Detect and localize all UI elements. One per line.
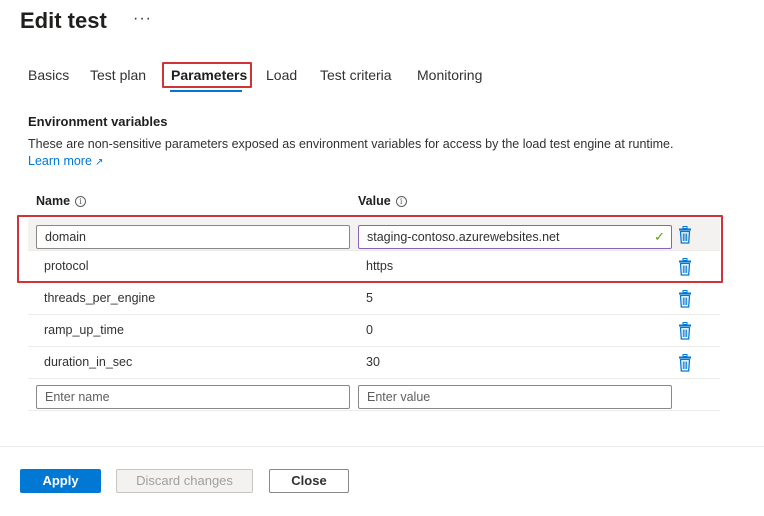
- active-tab-indicator: [170, 90, 242, 92]
- discard-changes-button[interactable]: Discard changes: [116, 469, 253, 493]
- new-value-input[interactable]: Enter value: [358, 385, 672, 409]
- new-variable-row: Enter name Enter value: [28, 379, 720, 411]
- learn-more-label: Learn more: [28, 154, 92, 168]
- tab-basics[interactable]: Basics: [28, 63, 69, 89]
- row-value: 30: [366, 355, 380, 369]
- section-title: Environment variables: [28, 114, 168, 129]
- close-button[interactable]: Close: [269, 469, 349, 493]
- more-options-button[interactable]: ···: [133, 10, 152, 28]
- table-row[interactable]: threads_per_engine 5: [28, 283, 720, 315]
- table-row[interactable]: ramp_up_time 0: [28, 315, 720, 347]
- column-header-value-label: Value: [358, 194, 391, 208]
- column-header-value: Value i: [358, 194, 407, 208]
- delete-icon[interactable]: [678, 258, 692, 276]
- delete-icon[interactable]: [678, 290, 692, 308]
- value-field[interactable]: staging-contoso.azurewebsites.net ✓: [358, 225, 672, 249]
- footer-divider: [0, 446, 764, 447]
- tab-test-plan[interactable]: Test plan: [90, 63, 146, 89]
- page-title: Edit test: [20, 8, 107, 33]
- row-name: duration_in_sec: [44, 355, 133, 369]
- column-header-name: Name i: [36, 194, 87, 208]
- info-icon[interactable]: i: [75, 196, 87, 207]
- delete-icon[interactable]: [678, 354, 692, 372]
- delete-icon[interactable]: [678, 226, 692, 244]
- tab-test-criteria[interactable]: Test criteria: [320, 63, 392, 89]
- row-name: threads_per_engine: [44, 291, 156, 305]
- learn-more-link[interactable]: Learn more ↗: [28, 154, 103, 168]
- new-name-input[interactable]: Enter name: [36, 385, 350, 409]
- name-field[interactable]: domain: [36, 225, 350, 249]
- row-name: ramp_up_time: [44, 323, 124, 337]
- tab-monitoring[interactable]: Monitoring: [417, 63, 482, 89]
- info-icon[interactable]: i: [395, 196, 407, 207]
- check-icon: ✓: [654, 229, 665, 244]
- table-row[interactable]: duration_in_sec 30: [28, 347, 720, 379]
- row-name: protocol: [44, 259, 89, 273]
- header-divider: [28, 216, 720, 217]
- delete-icon[interactable]: [678, 322, 692, 340]
- tab-load[interactable]: Load: [266, 63, 297, 89]
- tab-parameters[interactable]: Parameters: [171, 63, 247, 89]
- table-row[interactable]: protocol https: [28, 251, 720, 283]
- value-field-text: staging-contoso.azurewebsites.net: [367, 230, 560, 244]
- row-value: 0: [366, 323, 373, 337]
- section-description: These are non-sensitive parameters expos…: [28, 137, 674, 151]
- external-link-icon: ↗: [94, 157, 104, 168]
- column-header-name-label: Name: [36, 194, 71, 208]
- row-value: https: [366, 259, 394, 273]
- table-row: domain staging-contoso.azurewebsites.net…: [28, 219, 720, 251]
- row-value: 5: [366, 291, 373, 305]
- apply-button[interactable]: Apply: [20, 469, 101, 493]
